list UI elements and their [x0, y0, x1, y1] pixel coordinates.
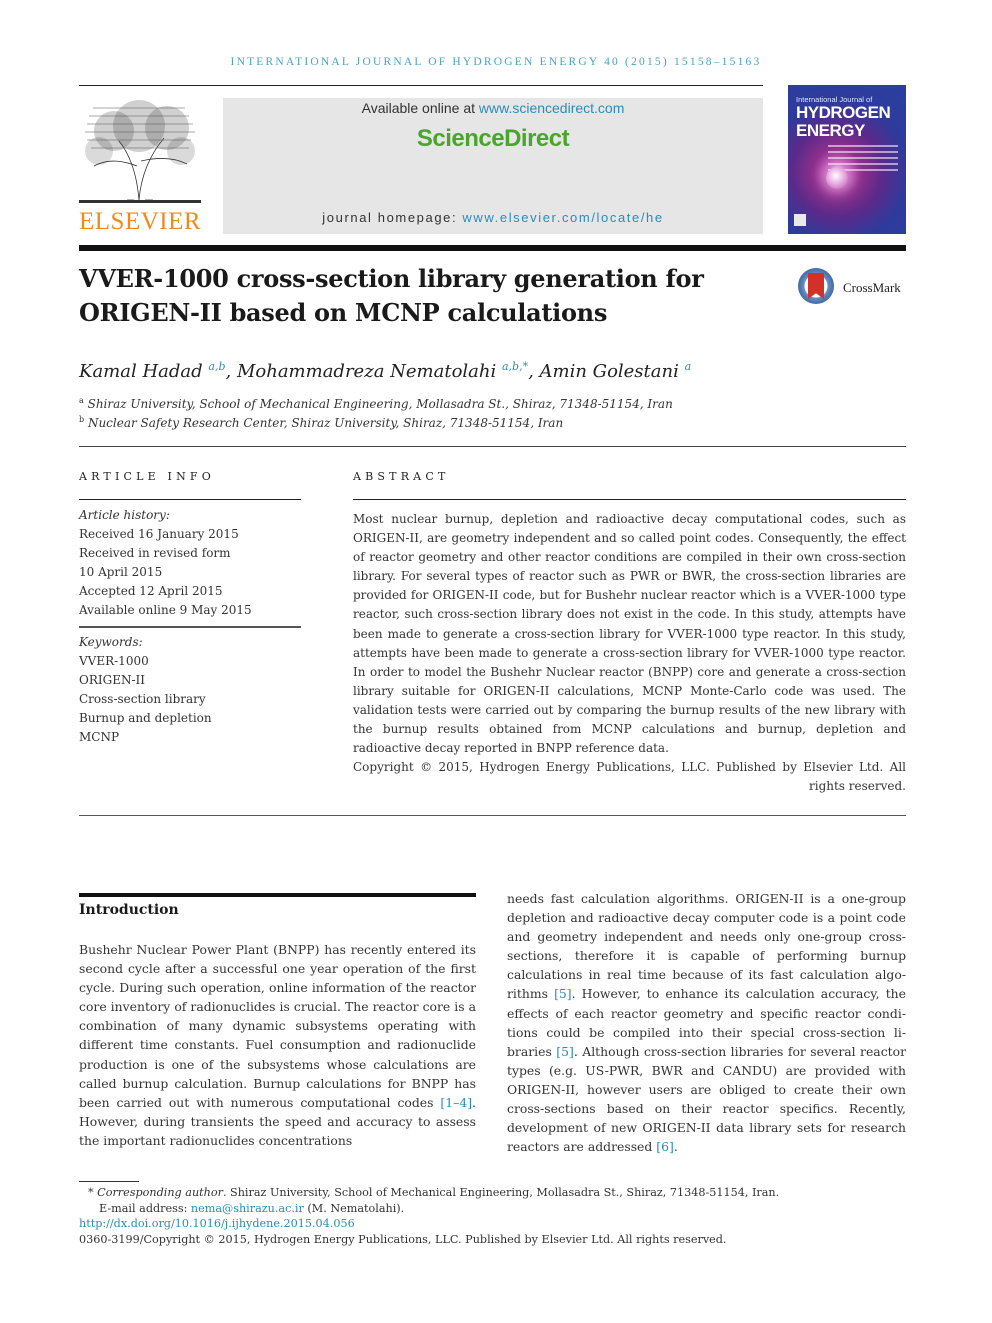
crossmark-button[interactable]: CrossMark: [798, 268, 910, 308]
running-head: INTERNATIONAL JOURNAL OF HYDROGEN ENERGY…: [230, 56, 762, 68]
keyword: MCNP: [79, 730, 120, 744]
corresponding-author-note: * Corresponding author. Shiraz Universit…: [88, 1186, 779, 1199]
footnote-star: *: [88, 1186, 94, 1199]
affiliation: a Shiraz University, School of Mechanica…: [79, 396, 673, 411]
cover-title: HYDROGEN ENERGY: [796, 103, 891, 140]
affiliation: b Nuclear Safety Research Center, Shiraz…: [79, 415, 563, 430]
body-text: needs fast calculation algorithms. ORIGE…: [507, 891, 906, 1002]
sciencedirect-link[interactable]: www.sciencedirect.com: [479, 100, 625, 116]
author-affiliation-mark[interactable]: a,b,*: [502, 360, 528, 373]
citation-link[interactable]: [5]: [554, 986, 572, 1001]
body-text: Bushehr Nuclear Power Plant (BNPP) has r…: [79, 942, 476, 1110]
top-rule: [79, 85, 763, 86]
cover-title-line1: HYDROGEN: [796, 103, 891, 122]
doi-link[interactable]: http://dx.doi.org/10.1016/j.ijhydene.201…: [79, 1217, 355, 1230]
journal-cover-image[interactable]: International Journal of HYDROGEN ENERGY: [788, 85, 906, 234]
keyword: ORIGEN-II: [79, 673, 145, 687]
author-affiliation-mark[interactable]: a,b: [208, 360, 225, 373]
article-info-panel: ARTICLE INFO Article history: Received 1…: [79, 470, 301, 747]
citation-link[interactable]: [5]: [556, 1044, 574, 1059]
elsevier-tree-icon: [79, 100, 201, 203]
title-line-2: ORIGEN-II based on MCNP calculations: [79, 298, 608, 327]
author-name[interactable]: Mohammadreza Nematolahi: [237, 361, 496, 382]
crossmark-label: CrossMark: [843, 280, 901, 295]
email-note: E-mail address: nema@shirazu.ac.ir (M. N…: [99, 1202, 404, 1215]
corresponding-author-label: Corresponding author: [97, 1186, 223, 1199]
sciencedirect-logo[interactable]: ScienceDirect: [223, 125, 763, 153]
article-history-label: Article history:: [79, 508, 170, 522]
body-text: .: [673, 1139, 678, 1155]
history-item: Accepted 12 April 2015: [79, 584, 223, 598]
article-info-rule: [79, 499, 301, 500]
elsevier-logo[interactable]: ELSEVIER: [79, 96, 201, 236]
author-name[interactable]: Amin Golestani: [540, 361, 679, 382]
masthead-box: Available online at www.sciencedirect.co…: [223, 98, 763, 234]
author-affiliation-mark[interactable]: a: [685, 360, 692, 373]
section-rule: [79, 446, 906, 447]
keyword: VVER-1000: [79, 654, 149, 668]
doi-line: http://dx.doi.org/10.1016/j.ijhydene.201…: [79, 1217, 355, 1230]
cover-title-line2: ENERGY: [796, 121, 865, 140]
email-label: E-mail address:: [99, 1202, 191, 1215]
keywords: Keywords: VVER-1000 ORIGEN-II Cross-sect…: [79, 633, 301, 747]
cover-publisher-badge: [794, 214, 806, 226]
introduction-rule: [79, 893, 476, 897]
journal-homepage-link[interactable]: www.elsevier.com/locate/he: [462, 210, 663, 225]
abstract-copyright: Copyright © 2015, Hydrogen Energy Public…: [353, 760, 906, 794]
keywords-rule: [79, 626, 301, 628]
email-link[interactable]: nema@shirazu.ac.ir: [191, 1202, 304, 1215]
history-item: 10 April 2015: [79, 565, 163, 579]
email-owner: (M. Nematolahi).: [303, 1202, 405, 1215]
abstract-panel: ABSTRACT Most nuclear burnup, depletion …: [353, 470, 906, 796]
header-rule: [79, 245, 906, 251]
introduction-right-column: needs fast calculation algorithms. ORIGE…: [507, 889, 906, 1156]
keyword: Cross-section library: [79, 692, 206, 706]
keywords-label: Keywords:: [79, 635, 143, 649]
elsevier-wordmark: ELSEVIER: [79, 208, 202, 235]
citation-link[interactable]: [6]: [656, 1139, 674, 1154]
author-name[interactable]: Kamal Hadad: [79, 361, 203, 382]
cover-orb-graphic: [826, 167, 848, 189]
footnote-rule: [79, 1181, 139, 1182]
homepage-label: journal homepage:: [322, 210, 463, 225]
title-line-1: VVER-1000 cross-section library generati…: [79, 264, 704, 293]
corresponding-author-text: . Shiraz University, School of Mechanica…: [222, 1186, 780, 1199]
history-item: Available online 9 May 2015: [79, 603, 252, 617]
author-list: Kamal Hadad a,b, Mohammadreza Nematolahi…: [79, 360, 691, 382]
introduction-heading: Introduction: [79, 902, 179, 918]
history-item: Received 16 January 2015: [79, 527, 239, 541]
abstract-bottom-rule: [79, 815, 906, 816]
article-info-heading: ARTICLE INFO: [79, 470, 215, 483]
affiliation-text: Shiraz University, School of Mechanical …: [87, 397, 673, 411]
abstract-text: Most nuclear burnup, depletion and radio…: [353, 512, 906, 756]
affiliation-mark: b: [79, 415, 85, 424]
abstract-heading: ABSTRACT: [353, 470, 450, 483]
keyword: Burnup and depletion: [79, 711, 212, 725]
body-text: . Although cross-section libraries for s…: [507, 1043, 906, 1155]
introduction-left-column: Bushehr Nuclear Power Plant (BNPP) has r…: [79, 940, 476, 1150]
article-title: VVER-1000 cross-section library generati…: [79, 262, 779, 330]
abstract-rule: [353, 499, 906, 500]
author-separator: ,: [225, 361, 237, 382]
available-online-label: Available online at: [361, 100, 479, 116]
affiliation-mark: a: [79, 396, 84, 405]
history-item: Received in revised form: [79, 546, 231, 560]
available-online-line: Available online at www.sciencedirect.co…: [223, 100, 763, 116]
article-history: Article history: Received 16 January 201…: [79, 506, 301, 620]
issn-copyright: 0360-3199/Copyright © 2015, Hydrogen Ene…: [79, 1233, 727, 1246]
author-separator: ,: [528, 361, 540, 382]
affiliation-text: Nuclear Safety Research Center, Shiraz U…: [87, 416, 564, 430]
citation-link[interactable]: [1–4]: [440, 1095, 472, 1110]
journal-homepage-line: journal homepage: www.elsevier.com/locat…: [223, 210, 763, 225]
